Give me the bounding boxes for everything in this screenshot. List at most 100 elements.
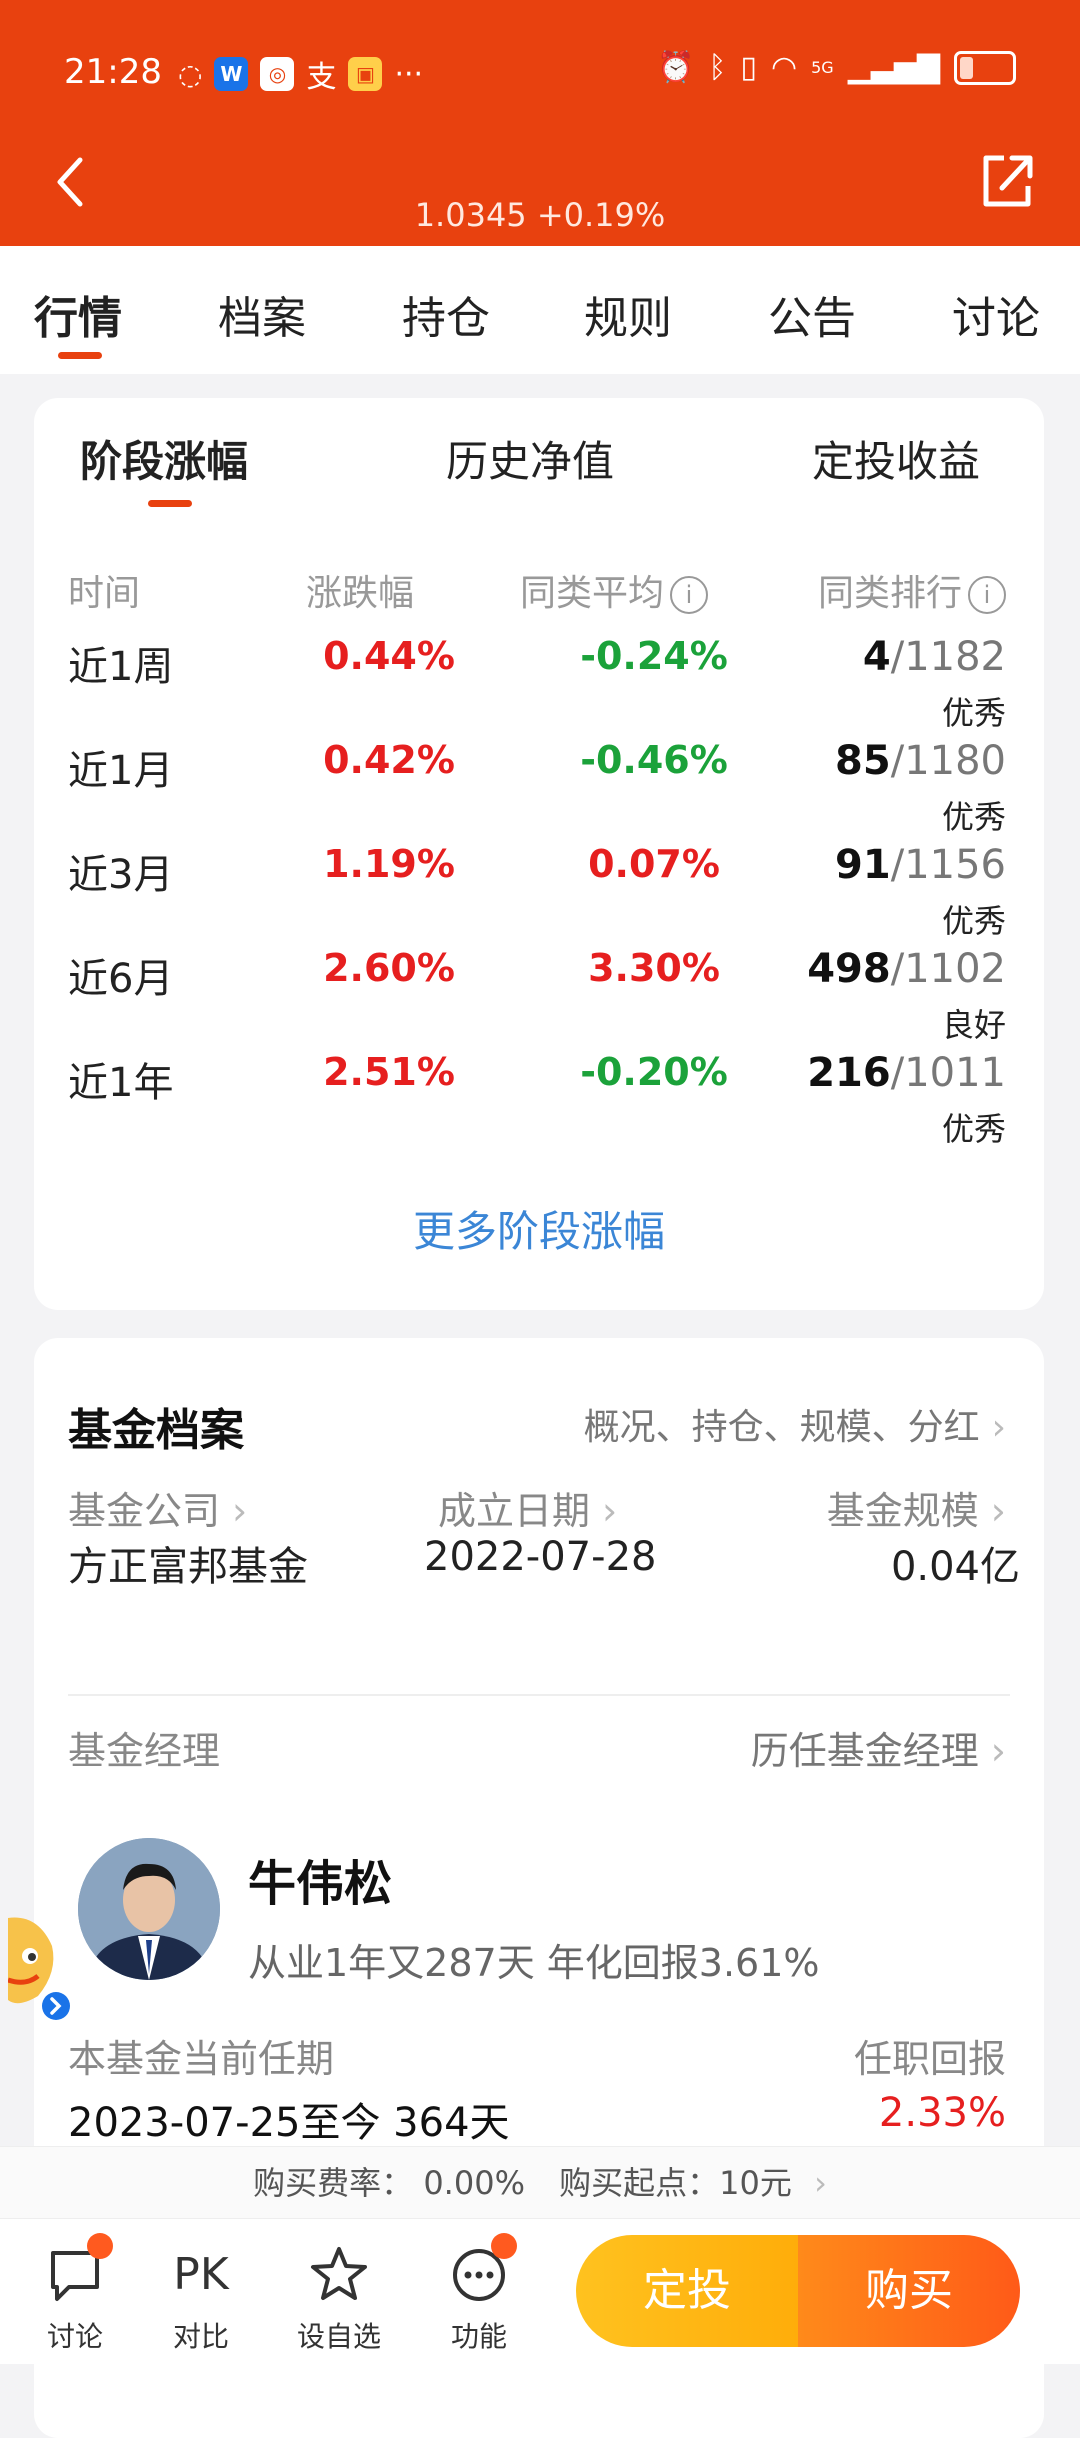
- subtab-indicator: [148, 500, 192, 507]
- notification-dot: [491, 2233, 517, 2259]
- row-peer-avg: -0.20%: [580, 1050, 728, 1094]
- company-label-link[interactable]: 基金公司 ›: [68, 1480, 247, 1535]
- nav-functions-label: 功能: [450, 2320, 507, 2353]
- tab-market[interactable]: 行情: [34, 282, 122, 346]
- row-period: 近1月: [68, 748, 174, 794]
- row-peer-avg: -0.24%: [580, 634, 728, 678]
- table-row: 近1月 0.42% -0.46% 85/1180 优秀: [34, 738, 1044, 842]
- subtab-period-return[interactable]: 阶段涨幅: [80, 428, 248, 489]
- fee-label: 购买费率：: [253, 2164, 414, 2202]
- nav-discussion[interactable]: 讨论: [20, 2233, 130, 2355]
- fee-value: 0.00%: [423, 2164, 525, 2202]
- row-change: 0.42%: [323, 738, 455, 782]
- chat-bubble-icon: ◌: [178, 57, 203, 91]
- performance-card: 阶段涨幅 历史净值 定投收益 时间 涨跌幅 同类平均 i 同类排行 i 近1周 0.…: [34, 398, 1044, 1310]
- rank-level: 优秀: [941, 1110, 1006, 1148]
- alipay-icon: 支: [306, 60, 337, 95]
- buy-button[interactable]: 购买: [798, 2235, 1020, 2347]
- manager-history-link[interactable]: 历任基金经理 ›: [751, 1720, 1006, 1775]
- tab-profile[interactable]: 档案: [218, 282, 306, 346]
- chevron-right-icon: ›: [990, 1729, 1006, 1773]
- status-time: 21:28: [64, 52, 162, 92]
- header-peer-rank: 同类排行: [817, 573, 962, 614]
- tab-indicator: [58, 352, 102, 359]
- row-change: 2.51%: [323, 1050, 455, 1094]
- info-icon[interactable]: i: [968, 576, 1006, 614]
- term-label: 本基金当前任期: [68, 2037, 335, 2081]
- rank-number: 498: [807, 946, 891, 992]
- header-change: 涨跌幅: [306, 573, 415, 614]
- battery-fill: [960, 56, 973, 79]
- pk-icon: PK: [173, 2249, 229, 2300]
- tab-discussion[interactable]: 讨论: [952, 282, 1040, 346]
- term-value: 2023-07-25至今 364天: [68, 2100, 510, 2146]
- row-period: 近1年: [68, 1060, 174, 1106]
- notification-dot: [87, 2233, 113, 2259]
- header-peer-rank-wrap: 同类排行 i: [818, 564, 1006, 616]
- info-icon[interactable]: i: [670, 576, 709, 614]
- tab-rules[interactable]: 规则: [584, 282, 672, 346]
- date-value: 2022-07-28: [424, 1534, 657, 1580]
- tab-announcements[interactable]: 公告: [768, 282, 856, 346]
- battery-icon: [954, 50, 1016, 85]
- subtab-nav-history[interactable]: 历史净值: [446, 428, 614, 489]
- rank-level: 良好: [941, 1006, 1006, 1044]
- chevron-right-icon: ›: [990, 1489, 1006, 1533]
- person-avatar-icon: [78, 1838, 220, 1980]
- rank-level: 优秀: [941, 902, 1006, 940]
- nav-compare[interactable]: PK 对比: [146, 2233, 256, 2355]
- more-functions-icon: [447, 2233, 517, 2307]
- size-label: 基金规模: [826, 1489, 979, 1533]
- mascot-icon: [7, 1917, 70, 2020]
- rank-number: 85: [835, 738, 891, 784]
- manager-name[interactable]: 牛伟松: [248, 1844, 392, 1914]
- nav-price: 1.0345 +0.19%: [414, 196, 666, 234]
- more-notifications-icon: ···: [394, 56, 424, 92]
- sip-button[interactable]: 定投: [576, 2235, 798, 2347]
- cta-group: 定投 购买: [576, 2235, 1020, 2347]
- bluetooth-icon: ᛒ: [708, 50, 727, 85]
- manager-avatar[interactable]: [78, 1838, 220, 1980]
- star-add-icon: [307, 2243, 371, 2307]
- manager-label: 基金经理: [68, 1729, 221, 1773]
- wifi-icon: ◠: [770, 50, 798, 85]
- nav-watchlist[interactable]: 设自选: [284, 2233, 394, 2355]
- manager-description: 从业1年又287天 年化回报3.61%: [248, 1941, 820, 1985]
- date-label-link[interactable]: 成立日期 ›: [438, 1480, 617, 1535]
- company-value: 方正富邦基金: [68, 1544, 308, 1590]
- chevron-right-icon: ›: [991, 1407, 1006, 1448]
- rank-level: 优秀: [941, 694, 1006, 732]
- rank-number: 4: [862, 634, 891, 680]
- rank-total: /1180: [890, 738, 1006, 784]
- row-rank: 91/1156: [835, 842, 1006, 888]
- row-change: 0.44%: [323, 634, 455, 678]
- manager-history: 历任基金经理: [750, 1729, 979, 1773]
- row-peer-avg: 3.30%: [588, 946, 720, 990]
- nav-compare-label: 对比: [172, 2320, 229, 2353]
- profile-tags-link[interactable]: 概况、持仓、规模、分红 ›: [584, 1398, 1006, 1450]
- table-row: 近1年 2.51% -0.20% 216/1011 优秀: [34, 1050, 1044, 1154]
- rank-number: 216: [807, 1050, 891, 1096]
- taobao-icon: ▣: [348, 57, 383, 91]
- more-period-returns-link[interactable]: 更多阶段涨幅: [34, 1198, 1044, 1259]
- tab-holdings[interactable]: 持仓: [402, 282, 490, 346]
- chat-icon: [43, 2233, 113, 2307]
- subtab-sip-return[interactable]: 定投收益: [812, 428, 980, 489]
- size-value: 0.04亿: [890, 1544, 1020, 1590]
- rank-total: /1182: [890, 634, 1006, 680]
- rank-total: /1156: [890, 842, 1006, 888]
- chevron-right-icon: ›: [814, 2164, 827, 2202]
- nav-discussion-label: 讨论: [46, 2320, 103, 2353]
- floating-mascot[interactable]: [7, 1910, 72, 2020]
- purchase-info-bar[interactable]: 购买费率： 0.00% 购买起点：10元 ›: [0, 2146, 1080, 2219]
- chevron-right-icon: ›: [232, 1489, 248, 1533]
- main-tabs: 行情 档案 持仓 规则 公告 讨论: [0, 246, 1080, 374]
- row-rank: 85/1180: [835, 738, 1006, 784]
- nav-functions[interactable]: 功能: [424, 2233, 534, 2355]
- chevron-right-icon: ›: [602, 1489, 618, 1533]
- vibrate-icon: ▯: [740, 50, 757, 85]
- size-label-link[interactable]: 基金规模 ›: [827, 1480, 1006, 1535]
- company-label: 基金公司: [68, 1489, 221, 1533]
- notification-icons: ◌ W ◎ 支 ▣ ···: [178, 52, 423, 96]
- rank-total: /1102: [890, 946, 1006, 992]
